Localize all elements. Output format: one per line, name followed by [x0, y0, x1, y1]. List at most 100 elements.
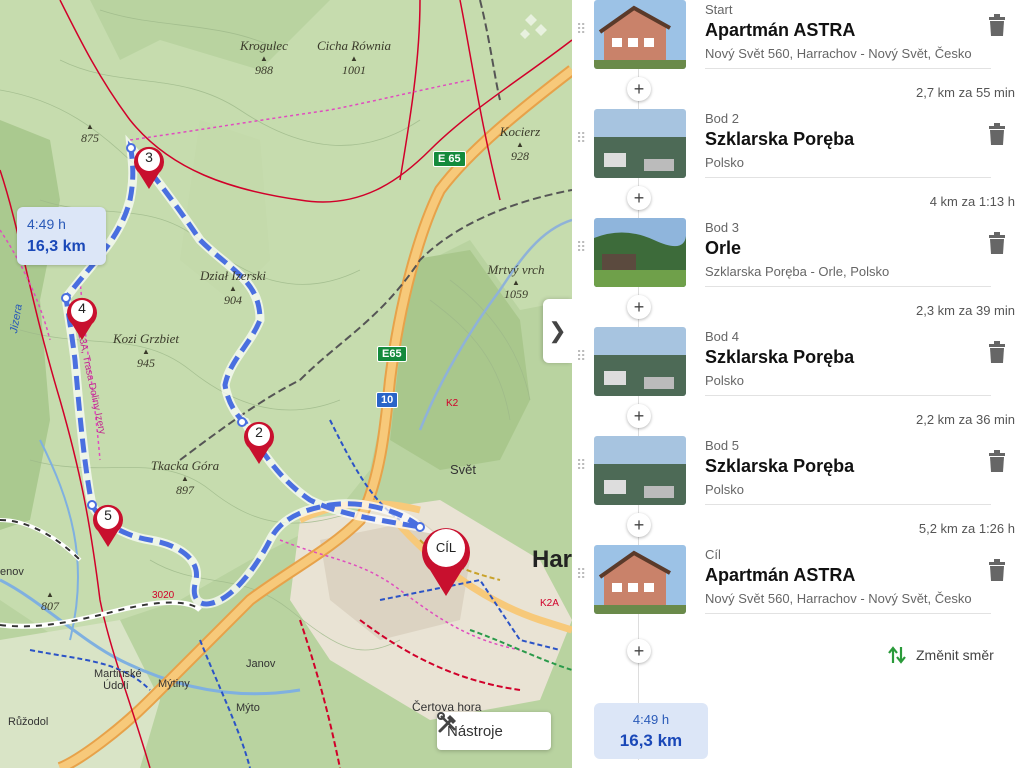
segment-info: 2,3 km za 39 min — [916, 303, 1015, 318]
trash-icon[interactable] — [988, 450, 1006, 472]
waypoint-name: Apartmán ASTRA — [705, 565, 856, 585]
place-label: enov — [0, 566, 24, 578]
waypoint-name: Szklarska Poręba — [705, 347, 855, 367]
marker-label: 5 — [104, 507, 112, 523]
trash-icon[interactable] — [988, 123, 1006, 145]
trash-icon[interactable] — [988, 14, 1006, 36]
drag-handle-icon[interactable]: ⠿ — [576, 131, 588, 145]
waypoint-name: Orle — [705, 238, 742, 258]
drag-handle-icon[interactable]: ⠿ — [576, 240, 588, 254]
route-summary-bubble[interactable]: 4:49 h 16,3 km — [17, 207, 106, 265]
divider — [705, 395, 991, 396]
summary-distance: 16,3 km — [619, 731, 683, 750]
peak-label: Krogulec ▲ 988 — [240, 38, 288, 77]
place-label: Mýto — [236, 702, 260, 714]
drag-handle-icon[interactable]: ⠿ — [576, 349, 588, 363]
trash-icon[interactable] — [988, 232, 1006, 254]
waypoint-item[interactable]: ⠿ Bod 5 Szklarska Poręba Polsko — [572, 436, 1024, 518]
route-summary: 4:49 h 16,3 km — [594, 703, 708, 759]
peak-label: Cicha Równia ▲ 1001 — [316, 38, 392, 77]
waypoint-kind: Bod 2 — [705, 111, 739, 126]
waypoint-kind: Bod 3 — [705, 220, 739, 235]
divider — [705, 68, 991, 69]
trail-code: 3020 — [152, 590, 175, 601]
peak-label: ▲ 807 — [41, 590, 59, 613]
peak-label: Kocierz ▲ 928 — [499, 124, 541, 163]
segment-info: 5,2 km za 1:26 h — [918, 521, 1015, 536]
waypoint-kind: Start — [705, 2, 733, 17]
trail-code: K2A — [540, 598, 559, 609]
divider — [705, 177, 991, 178]
place-label: Svět — [450, 462, 477, 477]
waypoint-address: Nový Svět 560, Harrachov - Nový Svět, Če… — [705, 46, 972, 61]
trail-code: K2 — [446, 398, 459, 409]
map-pin-icon — [422, 528, 470, 596]
segment-info: 2,7 km za 55 min — [916, 85, 1015, 100]
waypoint-thumbnail — [594, 436, 686, 505]
waypoint-kind: Bod 5 — [705, 438, 739, 453]
waypoint-thumbnail — [594, 109, 686, 178]
waypoint-name: Szklarska Poręba — [705, 129, 855, 149]
chevron-right-icon: ❯ — [548, 318, 567, 343]
add-waypoint-button[interactable]: + — [627, 77, 651, 101]
waypoint-address: Polsko — [705, 373, 745, 388]
waypoint-thumbnail — [594, 0, 686, 69]
waypoint-name: Szklarska Poręba — [705, 456, 855, 476]
waypoint-item[interactable]: ⠿ Bod 3 Orle Szklarska Poręba - Orle, Po… — [572, 218, 1024, 300]
summary-time: 4:49 h — [632, 712, 670, 727]
waypoint-thumbnail — [594, 545, 686, 614]
peak-label: Tkacka Góra ▲ 897 — [150, 458, 220, 497]
waypoint-kind: Cíl — [705, 547, 721, 562]
marker-label: 4 — [78, 300, 86, 316]
add-waypoint-button[interactable]: + — [627, 186, 651, 210]
add-waypoint-button[interactable]: + — [627, 404, 651, 428]
route-time: 4:49 h — [27, 216, 66, 232]
waypoint-thumbnail — [594, 327, 686, 396]
add-waypoint-button[interactable]: + — [627, 295, 651, 319]
map-view[interactable]: Krogulec ▲ 988 Cicha Równia ▲ 1001 ▲ 875 Koci… — [0, 0, 572, 768]
trash-icon[interactable] — [988, 559, 1006, 581]
peak-label: Kozi Grzbiet ▲ 945 — [112, 331, 180, 370]
route-distance: 16,3 km — [27, 238, 86, 255]
reverse-route-label: Změnit směr — [916, 647, 994, 663]
add-waypoint-button[interactable]: + — [627, 639, 651, 663]
divider — [705, 286, 991, 287]
segment-info: 4 km za 1:13 h — [929, 194, 1015, 209]
waypoint-address: Polsko — [705, 482, 745, 497]
waypoint-item[interactable]: ⠿ Bod 2 Szklarska Poręba Polsko — [572, 109, 1024, 191]
drag-handle-icon[interactable]: ⠿ — [576, 22, 588, 36]
divider — [705, 504, 991, 505]
drag-handle-icon[interactable]: ⠿ — [576, 458, 588, 472]
divider — [705, 613, 991, 614]
swap-arrows-icon — [888, 646, 906, 664]
waypoint-item[interactable]: ⠿ Cíl Apartmán ASTRA Nový Svět 560, Harr… — [572, 545, 1024, 627]
waypoint-address: Nový Svět 560, Harrachov - Nový Svět, Če… — [705, 591, 972, 606]
trash-icon[interactable] — [988, 341, 1006, 363]
road-badge: E 65 — [433, 151, 466, 167]
place-label: Mýtiny — [158, 678, 190, 690]
segment-info: 2,2 km za 36 min — [916, 412, 1015, 427]
waypoint-name: Apartmán ASTRA — [705, 20, 856, 40]
marker-label: CÍL — [435, 540, 457, 555]
town-label: Har — [532, 546, 572, 573]
waypoint-address: Polsko — [705, 155, 745, 170]
waypoint-kind: Bod 4 — [705, 329, 739, 344]
road-badge: E65 — [377, 346, 407, 362]
road-badge: 10 — [376, 392, 399, 408]
peak-label: ▲ 875 — [81, 122, 99, 145]
waypoint-item[interactable]: ⠿ Bod 4 Szklarska Poręba Polsko — [572, 327, 1024, 409]
collapse-panel-button[interactable]: ❯ — [543, 299, 572, 363]
place-label: Růžodol — [8, 716, 49, 728]
marker-label: 3 — [145, 149, 153, 165]
waypoint-item[interactable]: ⠿ Start Apartmán ASTRA Nový Svět 560, Ha… — [572, 0, 1024, 82]
reverse-route-button[interactable]: Změnit směr — [888, 645, 994, 665]
place-label: Martinské Údolí — [94, 668, 142, 692]
route-panel: ⠿ Start Apartmán ASTRA Nový Svět 560, Ha… — [572, 0, 1024, 768]
tools-button[interactable]: Nástroje — [437, 712, 551, 750]
place-label: Janov — [246, 658, 276, 670]
peak-label: Mrtvý vrch ▲ 1059 — [487, 262, 545, 301]
waypoint-address: Szklarska Poręba - Orle, Polsko — [705, 264, 890, 279]
marker-label: 2 — [255, 424, 263, 440]
drag-handle-icon[interactable]: ⠿ — [576, 567, 588, 581]
add-waypoint-button[interactable]: + — [627, 513, 651, 537]
